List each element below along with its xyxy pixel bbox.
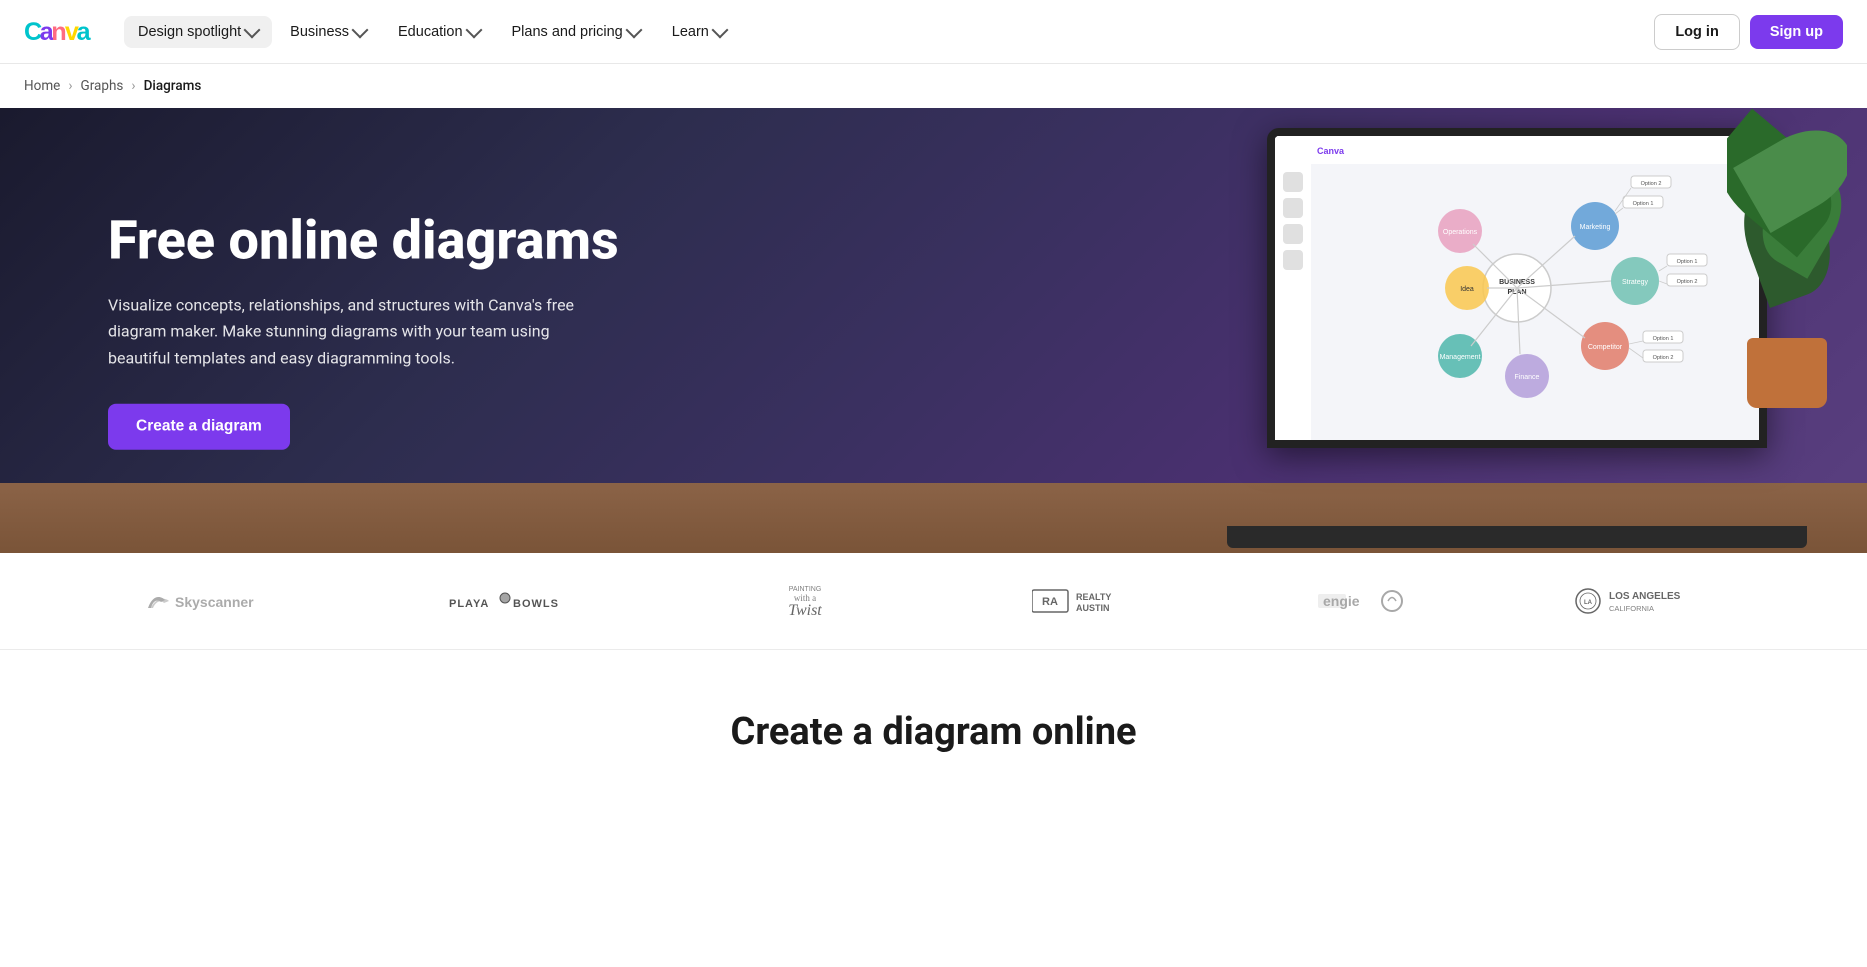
- plant-decoration: [1727, 108, 1847, 408]
- svg-text:Idea: Idea: [1460, 286, 1474, 293]
- logo-engie: engie: [1318, 586, 1408, 616]
- laptop-base: [1227, 526, 1807, 548]
- laptop-screen: Canva BUSINESS PLAN Marketing: [1267, 128, 1767, 448]
- trusted-logos-bar: Skyscanner PLAYA BOWLS PAINTING with a T…: [0, 553, 1867, 650]
- laptop-illustration: Canva BUSINESS PLAN Marketing: [1227, 128, 1787, 548]
- svg-text:Competitor: Competitor: [1588, 344, 1623, 351]
- bottom-section: Create a diagram online: [0, 650, 1867, 774]
- breadcrumb: Home › Graphs › Diagrams: [0, 64, 1867, 108]
- signup-button[interactable]: Sign up: [1750, 15, 1843, 49]
- svg-text:REALTY: REALTY: [1076, 592, 1111, 602]
- logo-realty-austin: RA REALTY AUSTIN: [1032, 586, 1152, 616]
- svg-text:Management: Management: [1440, 354, 1481, 361]
- nav-design-spotlight[interactable]: Design spotlight: [124, 16, 272, 48]
- svg-text:a: a: [77, 18, 92, 46]
- svg-text:Canva: Canva: [1317, 146, 1345, 156]
- svg-text:Marketing: Marketing: [1580, 224, 1611, 231]
- logo-playa-bowls: PLAYA BOWLS: [449, 586, 579, 616]
- hero-content: Free online diagrams Visualize concepts,…: [108, 211, 619, 450]
- breadcrumb-current: Diagrams: [144, 78, 202, 94]
- svg-text:Option 2: Option 2: [1653, 355, 1674, 361]
- nav-learn[interactable]: Learn: [658, 16, 740, 48]
- chevron-down-icon: [711, 22, 728, 39]
- svg-text:Operations: Operations: [1443, 229, 1478, 236]
- chevron-down-icon: [625, 22, 642, 39]
- canva-logo[interactable]: C a n v a: [24, 18, 96, 46]
- svg-text:AUSTIN: AUSTIN: [1076, 603, 1110, 613]
- svg-text:Option 1: Option 1: [1633, 201, 1654, 207]
- login-button[interactable]: Log in: [1654, 14, 1740, 50]
- nav-business[interactable]: Business: [276, 16, 380, 48]
- breadcrumb-graphs[interactable]: Graphs: [81, 78, 124, 94]
- svg-text:Option 1: Option 1: [1677, 259, 1698, 265]
- svg-text:Option 2: Option 2: [1641, 181, 1662, 187]
- svg-text:Option 2: Option 2: [1677, 279, 1698, 285]
- hero-title: Free online diagrams: [108, 211, 619, 270]
- logo-skyscanner: Skyscanner: [143, 586, 283, 616]
- svg-text:engie: engie: [1323, 593, 1360, 609]
- nav-plans-pricing[interactable]: Plans and pricing: [498, 16, 654, 48]
- svg-text:BOWLS: BOWLS: [513, 598, 559, 610]
- svg-text:CALIFORNIA: CALIFORNIA: [1609, 604, 1654, 613]
- svg-text:LA: LA: [1584, 600, 1593, 606]
- main-nav: C a n v a Design spotlight Business Educ…: [0, 0, 1867, 64]
- svg-text:Skyscanner: Skyscanner: [175, 594, 254, 610]
- svg-text:PAINTING: PAINTING: [789, 586, 822, 593]
- logo-painting-with-a-twist: PAINTING with a Twist: [745, 581, 865, 621]
- nav-menu: Design spotlight Business Education Plan…: [124, 16, 1654, 48]
- svg-text:Strategy: Strategy: [1622, 279, 1649, 286]
- chevron-down-icon: [244, 22, 261, 39]
- breadcrumb-separator: ›: [68, 78, 72, 94]
- logo-los-angeles: LA LOS ANGELES CALIFORNIA: [1574, 586, 1724, 616]
- nav-actions: Log in Sign up: [1654, 14, 1843, 50]
- svg-text:RA: RA: [1042, 596, 1058, 608]
- chevron-down-icon: [352, 22, 369, 39]
- hero-subtitle: Visualize concepts, relationships, and s…: [108, 293, 608, 372]
- laptop-screen-inner: Canva BUSINESS PLAN Marketing: [1275, 136, 1759, 440]
- svg-text:Twist: Twist: [789, 602, 823, 619]
- bottom-title: Create a diagram online: [24, 710, 1843, 754]
- breadcrumb-home[interactable]: Home: [24, 78, 60, 94]
- svg-text:PLAYA: PLAYA: [449, 598, 489, 610]
- breadcrumb-separator: ›: [131, 78, 135, 94]
- svg-text:LOS ANGELES: LOS ANGELES: [1609, 591, 1681, 602]
- svg-text:Finance: Finance: [1515, 374, 1540, 381]
- svg-text:Option 1: Option 1: [1653, 336, 1674, 342]
- hero-section: Canva BUSINESS PLAN Marketing: [0, 108, 1867, 553]
- svg-text:BUSINESS: BUSINESS: [1499, 279, 1535, 286]
- chevron-down-icon: [465, 22, 482, 39]
- nav-education[interactable]: Education: [384, 16, 494, 48]
- create-diagram-button[interactable]: Create a diagram: [108, 404, 290, 450]
